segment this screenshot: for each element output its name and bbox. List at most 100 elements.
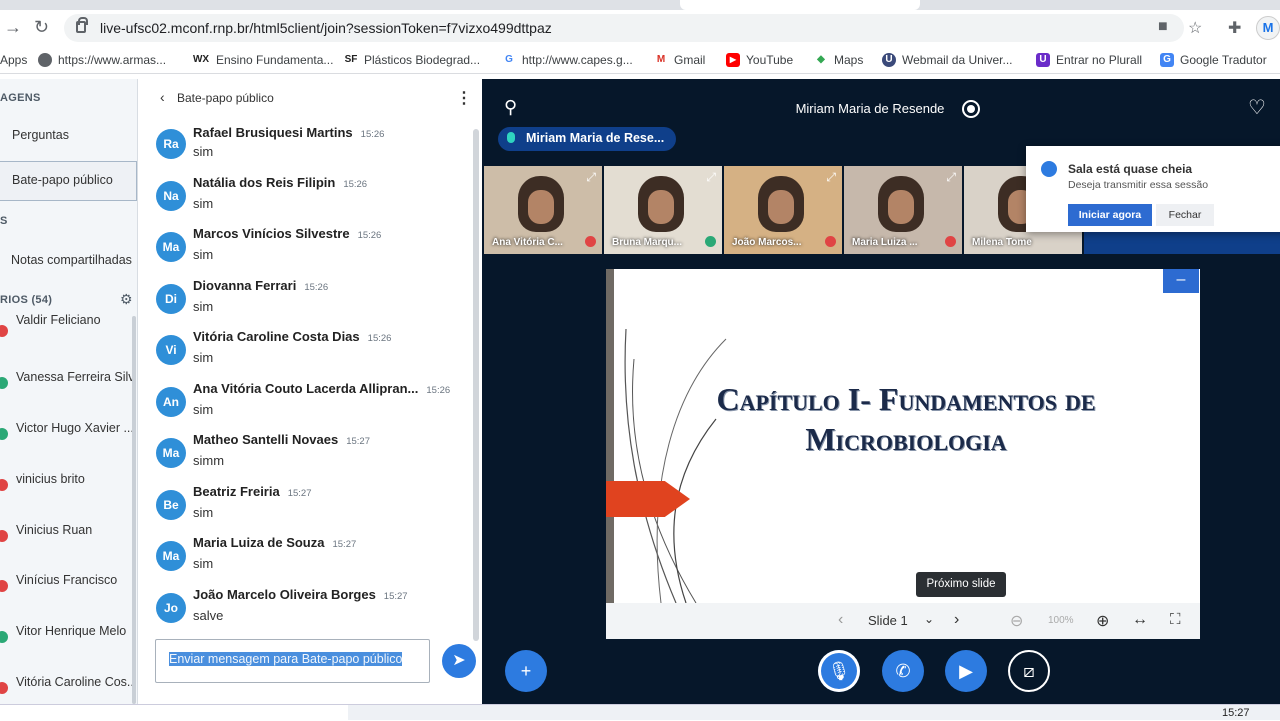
star-icon[interactable]: ☆	[1188, 18, 1202, 38]
bookmarks-bar: Apps https://www.armas... WX Ensino Funda…	[0, 46, 1280, 74]
video-tile[interactable]: ⤢ Bruna Marqu...	[604, 166, 722, 254]
status-icon	[0, 530, 8, 542]
chat-messages: Ra Rafael Brusiquesi Martins 15:26 sim Na Na…	[138, 123, 474, 623]
expand-icon[interactable]: ⤢	[826, 170, 836, 185]
mute-icon	[585, 236, 596, 247]
user-row[interactable]: Vinicius Ruan	[0, 510, 134, 560]
slide-title: Capítulo I- Fundamentos de Microbiologia	[646, 379, 1166, 459]
message-text: sim	[193, 556, 214, 571]
video-tile[interactable]: ⤢ Ana Vitória C...	[484, 166, 602, 254]
message-text: salve	[193, 608, 224, 623]
user-row[interactable]: vinicius brito	[0, 459, 134, 509]
expand-icon[interactable]: ⤢	[586, 170, 596, 185]
avatar: Na	[156, 181, 186, 211]
leave-audio-button[interactable]: ✆	[882, 650, 924, 692]
active-tab[interactable]	[680, 0, 920, 10]
chevron-down-icon[interactable]: ⌄	[924, 612, 934, 626]
previous-slide-icon[interactable]: ‹	[838, 611, 843, 629]
gmail-icon: M	[656, 54, 666, 65]
fit-width-icon[interactable]: ↔	[1132, 611, 1148, 629]
share-webcam-button[interactable]: ▶	[945, 650, 987, 692]
reload-icon[interactable]: ↻	[34, 17, 49, 38]
more-options-icon[interactable]: ⋮	[456, 88, 472, 108]
author-name: Vitória Caroline Costa Dias	[193, 329, 360, 344]
chat-message: Vi Vitória Caroline Costa Dias 15:26 sim	[138, 329, 474, 385]
message-author: Beatriz Freiria 15:27	[193, 484, 311, 499]
bookmark-plurall[interactable]: U Entrar no Plurall	[1036, 53, 1142, 67]
chat-input-placeholder: Enviar mensagem para Bate-papo público	[169, 652, 403, 666]
send-button[interactable]: ➤	[442, 644, 476, 678]
start-now-button[interactable]: Iniciar agora	[1068, 204, 1152, 226]
slide-decoration-lines	[624, 329, 727, 603]
zoom-in-icon[interactable]: ⊕	[1096, 611, 1109, 631]
bookmark-apps[interactable]: Apps	[0, 53, 27, 67]
chat-title[interactable]: Bate-papo público	[177, 91, 274, 105]
bookmark-tradutor[interactable]: G Google Tradutor	[1160, 53, 1267, 67]
video-tile[interactable]: ⤢ Maria Luiza ...	[844, 166, 962, 254]
author-name: Matheo Santelli Novaes	[193, 432, 339, 447]
fullscreen-icon[interactable]: ⛶	[1170, 611, 1181, 628]
mute-button[interactable]: 🎙	[818, 650, 860, 692]
user-row[interactable]: Vitor Henrique Melo	[0, 611, 134, 661]
user-row[interactable]: Valdir Feliciano	[0, 305, 134, 355]
talking-indicator: Miriam Maria de Rese...	[498, 127, 676, 151]
avatar: Ra	[156, 129, 186, 159]
bookmark-webmail[interactable]: U Webmail da Univer...	[882, 53, 1013, 67]
author-name: Marcos Vinícios Silvestre	[193, 226, 350, 241]
bookmark-maps[interactable]: ◆ Maps	[814, 53, 863, 67]
bookmark-label: Google Tradutor	[1180, 53, 1267, 67]
avatar: Jo	[156, 593, 186, 623]
user-name: Vitor Henrique Melo	[16, 624, 127, 638]
bookmark-label: Entrar no Plurall	[1056, 53, 1143, 67]
sidebar-item-shared-notes[interactable]: Notas compartilhadas	[11, 253, 132, 267]
taskbar-search[interactable]	[0, 705, 348, 721]
address-bar[interactable]: live-ufsc02.mconf.rnp.br/html5client/joi…	[64, 14, 1184, 42]
profile-avatar[interactable]: M	[1256, 16, 1280, 40]
next-slide-icon[interactable]: ›	[954, 611, 959, 629]
slide-selector[interactable]: Slide 1	[868, 613, 908, 628]
bookmark-youtube[interactable]: ▶ YouTube	[726, 53, 793, 67]
zoom-out-icon[interactable]: ⊖	[1010, 611, 1023, 631]
expand-icon[interactable]: ⤢	[946, 170, 956, 185]
bookmark-wix[interactable]: WX Ensino Fundamenta...	[192, 53, 333, 67]
author-name: Rafael Brusiquesi Martins	[193, 125, 353, 140]
mic-icon	[507, 132, 515, 143]
minimize-presentation-button[interactable]: –	[1163, 269, 1199, 293]
camera-icon[interactable]: ■	[1158, 18, 1168, 36]
record-icon[interactable]	[962, 100, 980, 118]
heart-icon[interactable]: ♡	[1248, 95, 1266, 120]
maps-icon: ◆	[817, 54, 825, 65]
screen-share-icon: ⧄	[1023, 661, 1035, 681]
chat-header: ‹ Bate-papo público ⋮	[138, 79, 482, 119]
bookmark-plasticos[interactable]: SF Plásticos Biodegrad...	[344, 53, 480, 67]
user-row[interactable]: Vanessa Ferreira Silva	[0, 357, 134, 407]
taskbar-clock: 15:27	[1222, 707, 1250, 719]
participant-video	[518, 176, 564, 232]
bookmark-gmail[interactable]: M Gmail	[654, 53, 706, 67]
bookmark-capes[interactable]: Ghttp://www.capes.g...	[502, 53, 633, 67]
message-author: Diovanna Ferrari 15:26	[193, 278, 328, 293]
forward-icon[interactable]: →	[4, 17, 22, 38]
close-button[interactable]: Fechar	[1156, 204, 1214, 226]
user-row[interactable]: Vitória Caroline Cos...	[0, 662, 134, 704]
chat-message-input[interactable]: Enviar mensagem para Bate-papo público	[155, 639, 430, 683]
bookmark-label: Plásticos Biodegrad...	[364, 53, 481, 67]
chat-scrollbar[interactable]	[473, 129, 479, 641]
message-time: 15:27	[332, 539, 357, 550]
bookmark-armas[interactable]: https://www.armas...	[38, 53, 166, 67]
chat-message: Na Natália dos Reis Filipin 15:26 sim	[138, 175, 474, 231]
extensions-icon[interactable]: ✚	[1228, 18, 1241, 38]
actions-button[interactable]: +	[505, 650, 547, 692]
notes-section-header: S	[0, 215, 8, 227]
user-row[interactable]: Vinícius Francisco	[0, 560, 134, 610]
chevron-left-icon[interactable]: ‹	[160, 89, 165, 105]
expand-icon[interactable]: ⤢	[706, 170, 716, 185]
video-tile[interactable]: ⤢ João Marcos...	[724, 166, 842, 254]
sidebar-item-questions[interactable]: Perguntas	[12, 128, 69, 142]
user-row[interactable]: Victor Hugo Xavier ...	[0, 408, 134, 458]
share-screen-button[interactable]: ⧄	[1008, 650, 1050, 692]
url-text: live-ufsc02.mconf.rnp.br/html5client/joi…	[100, 20, 552, 36]
sidebar-scrollbar[interactable]	[132, 316, 136, 704]
user-sidebar: AGENS Perguntas Bate-papo público S Nota…	[0, 79, 138, 704]
user-name: vinicius brito	[16, 472, 85, 486]
